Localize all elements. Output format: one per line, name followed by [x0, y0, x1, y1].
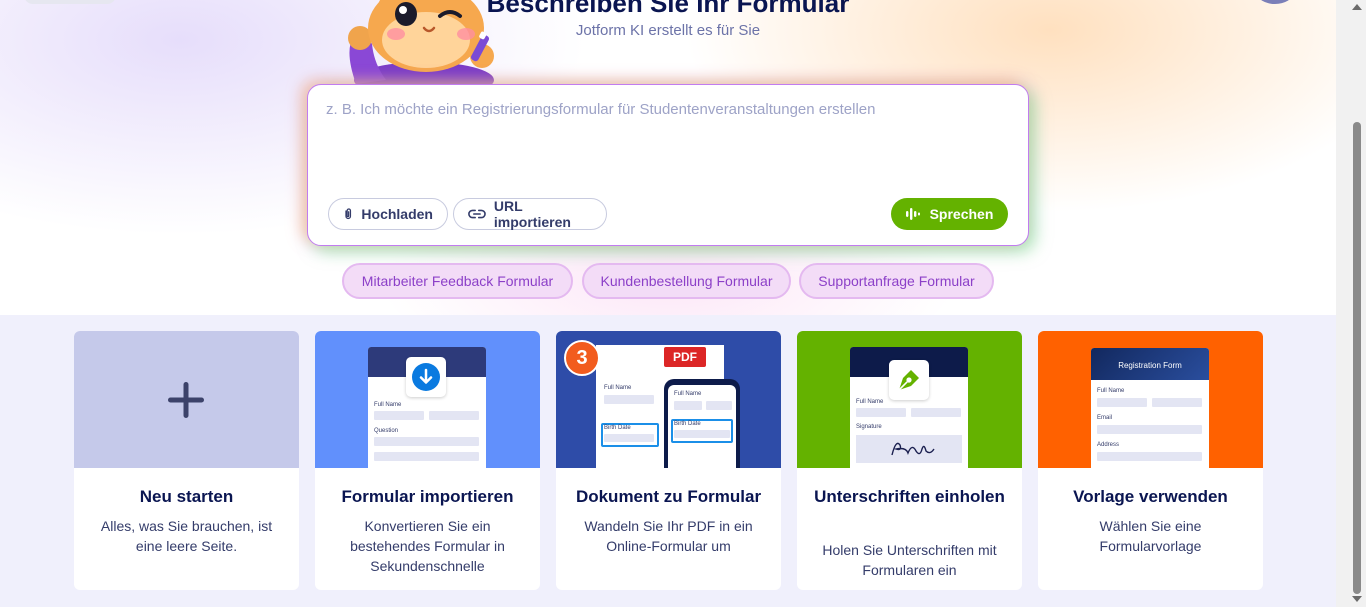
mock-field: [911, 408, 961, 417]
mock-field: [706, 401, 732, 410]
scrollbar-track[interactable]: [1336, 0, 1366, 607]
mock-field: [429, 411, 479, 420]
mock-label: Question: [374, 428, 399, 434]
scroll-up-arrow-icon[interactable]: [1352, 4, 1362, 10]
card-title: Dokument zu Formular: [575, 487, 762, 506]
form-mock-sheet: Full Name Question: [368, 347, 486, 468]
card-start-new[interactable]: Neu starten Alles, was Sie brauchen, ist…: [74, 331, 299, 590]
paperclip-icon: [345, 208, 352, 220]
card-document-to-form-media: Full Name Birth Date PDF Full Name Birth…: [556, 331, 781, 468]
card-title: Unterschriften einholen: [814, 487, 1005, 506]
url-import-button[interactable]: URL importieren: [453, 198, 607, 230]
card-import-form-media: Full Name Question: [315, 331, 540, 468]
mock-field: [374, 411, 424, 420]
pdf-badge: PDF: [664, 347, 706, 367]
mock-label: Birth Date: [604, 425, 631, 431]
card-start-new-media: [74, 331, 299, 468]
upload-button[interactable]: Hochladen: [328, 198, 448, 230]
card-title: Formular importieren: [341, 487, 514, 506]
card-import-form[interactable]: Full Name Question Formular importieren …: [315, 331, 540, 590]
mock-label: Birth Date: [674, 421, 701, 427]
card-description: Wählen Sie eine Formularvorlage: [1099, 518, 1202, 554]
card-description: Konvertieren Sie ein bestehendes Formula…: [350, 518, 505, 574]
card-document-to-form[interactable]: Full Name Birth Date PDF Full Name Birth…: [556, 331, 781, 590]
download-tile: [406, 357, 446, 397]
link-icon: [468, 209, 486, 219]
mock-field: [1097, 425, 1202, 434]
mock-label: Full Name: [604, 385, 632, 391]
mock-label: Email: [1097, 415, 1113, 421]
suggestion-chip[interactable]: Kundenbestellung Formular: [582, 263, 791, 299]
card-description: Alles, was Sie brauchen, ist eine leere …: [100, 518, 273, 554]
phone-screen: Full Name Birth Date: [668, 385, 736, 468]
plus-icon: [168, 382, 204, 418]
mock-label: Full Name: [856, 399, 884, 405]
card-title: Neu starten: [139, 487, 234, 506]
prompt-box: Hochladen URL importieren Sprechen: [307, 84, 1029, 246]
hero-section: Beschreiben Sie Ihr Formular Jotform KI …: [0, 0, 1336, 315]
card-title: Vorlage verwenden: [1073, 487, 1228, 506]
pen-tile: [889, 360, 929, 400]
prompt-input[interactable]: [326, 101, 1006, 161]
signature-scribble: [891, 442, 935, 456]
download-icon: [412, 363, 440, 391]
url-import-button-label: URL importieren: [493, 198, 571, 230]
template-mock-sheet: Registration Form Full Name Email Addres…: [1091, 348, 1209, 468]
template-title: Registration Form: [1118, 361, 1182, 370]
mock-label: Full Name: [674, 391, 702, 397]
mock-label: Signature: [856, 424, 882, 430]
card-use-template-media: Registration Form Full Name Email Addres…: [1038, 331, 1263, 468]
mock-field: [374, 452, 479, 461]
signature-mock-sheet: Full Name Signature: [850, 347, 968, 468]
mock-field: [856, 408, 906, 417]
page-subtitle: Jotform KI erstellt es für Sie: [575, 22, 761, 39]
card-description: Holen Sie Unterschriften mit Formularen …: [822, 542, 997, 578]
mock-field: [1152, 398, 1202, 407]
card-description: Wandeln Sie Ihr PDF in ein Online-Formul…: [584, 518, 753, 554]
mock-field: [604, 434, 654, 442]
pen-nib-icon: [898, 370, 919, 391]
mock-field: [1097, 452, 1202, 461]
mock-field: [374, 437, 479, 446]
mock-label: Full Name: [1097, 388, 1125, 394]
scrollbar-thumb[interactable]: [1353, 122, 1361, 594]
suggestion-chip[interactable]: Mitarbeiter Feedback Formular: [342, 263, 573, 299]
scroll-down-arrow-icon[interactable]: [1352, 596, 1362, 602]
upload-button-label: Hochladen: [361, 206, 433, 222]
mock-label: Full Name: [374, 402, 402, 408]
step-badge: 3: [564, 340, 600, 376]
card-collect-signatures[interactable]: Full Name Signature Unterschriften einho…: [797, 331, 1022, 590]
mock-field: [674, 401, 702, 410]
audio-wave-icon: [905, 208, 920, 220]
mock-field: [1097, 398, 1147, 407]
suggestion-chip[interactable]: Supportanfrage Formular: [799, 263, 994, 299]
phone-mock: Full Name Birth Date: [664, 379, 740, 468]
mock-label: Address: [1097, 442, 1120, 448]
speak-button[interactable]: Sprechen: [891, 198, 1008, 230]
card-use-template[interactable]: Registration Form Full Name Email Addres…: [1038, 331, 1263, 590]
page-title: Beschreiben Sie Ihr Formular: [486, 0, 850, 18]
mock-field: [674, 430, 730, 438]
speak-button-label: Sprechen: [929, 206, 994, 222]
signature-field: [856, 435, 962, 463]
mock-field: [604, 395, 654, 404]
card-collect-signatures-media: Full Name Signature: [797, 331, 1022, 468]
